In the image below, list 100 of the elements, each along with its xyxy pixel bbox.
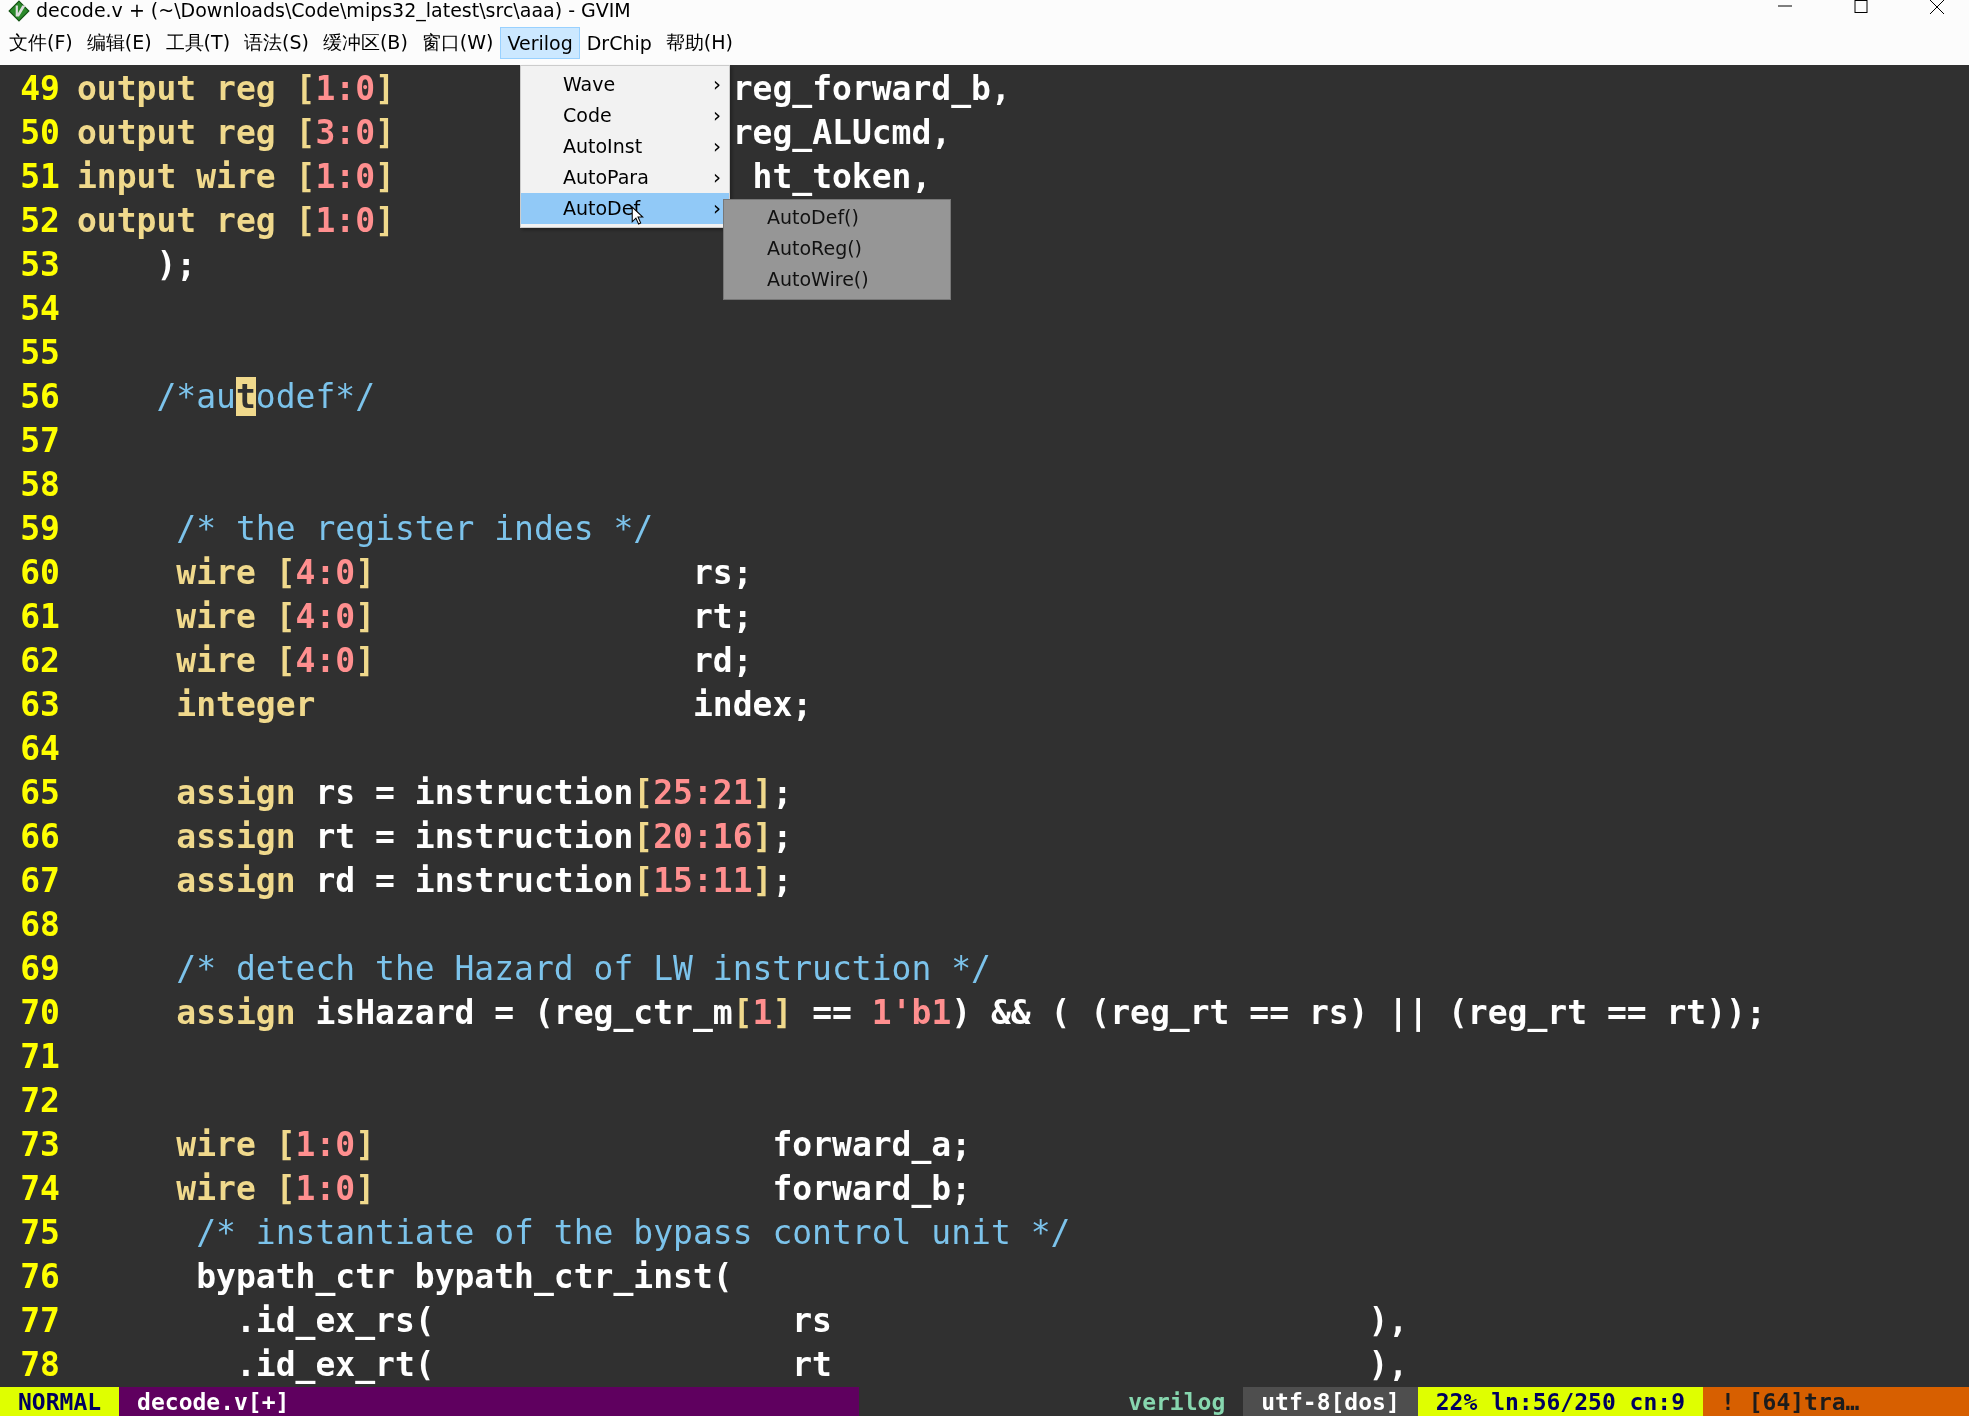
code-text: ]	[375, 156, 395, 196]
menu-item[interactable]: 语法(S)	[237, 25, 316, 62]
code-text: ]	[752, 772, 773, 812]
code-text: 1	[752, 992, 773, 1032]
menu-item[interactable]: 文件(F)	[2, 25, 80, 62]
code-text: rt = instruction	[315, 816, 634, 856]
status-segment: decode.v[+]	[119, 1386, 860, 1416]
code-text: forward_b;	[772, 1168, 972, 1208]
line-number: 54	[19, 287, 60, 330]
menu-item[interactable]: Verilog	[500, 27, 580, 60]
code-text: wire [	[176, 1168, 296, 1208]
code-text: ]	[355, 640, 376, 680]
line-number: 59	[19, 507, 60, 550]
code-text: 4:0	[295, 596, 356, 636]
code-text: ) && ( (reg_rt == rs) || (reg_rt == rt));	[951, 992, 1766, 1032]
code-text: ]	[355, 1168, 376, 1208]
line-number: 53	[19, 243, 60, 286]
code-text: ;	[772, 816, 793, 856]
code-text: ]	[375, 200, 395, 240]
close-icon[interactable]	[1929, 0, 1945, 16]
menu-item[interactable]: 工具(T)	[158, 25, 238, 62]
menu-option[interactable]: Wave ›	[521, 68, 729, 100]
code-text: 1:0	[315, 156, 376, 196]
submenu-option[interactable]: AutoReg()	[724, 232, 950, 264]
code-text: [	[732, 992, 753, 1032]
code-text: forward_a;	[772, 1124, 972, 1164]
line-number: 75	[19, 1211, 60, 1254]
vim-logo-icon	[8, 0, 30, 22]
status-segment: utf-8[dos]	[1243, 1386, 1418, 1416]
line-number: 66	[19, 815, 60, 858]
line-number: 72	[19, 1079, 60, 1122]
code-text: 1:0	[295, 1168, 356, 1208]
code-text: ==	[812, 992, 853, 1032]
code-text: assign	[176, 860, 296, 900]
menu-item[interactable]: 缓冲区(B)	[315, 25, 415, 62]
code-text: 3:0	[315, 112, 376, 152]
code-text: ]	[355, 596, 376, 636]
line-number: 58	[19, 463, 60, 506]
code-text: 1:0	[315, 200, 376, 240]
code-text: [	[633, 816, 654, 856]
line-number: 69	[19, 947, 60, 990]
code-text: output reg [	[77, 68, 316, 108]
code-text: ]	[355, 552, 376, 592]
line-number: 62	[19, 639, 60, 682]
line-number: 63	[19, 683, 60, 726]
line-number: 49	[19, 67, 60, 110]
menu-item[interactable]: 帮助(H)	[658, 25, 740, 62]
code-text: [	[633, 860, 654, 900]
code-text: ]	[375, 68, 395, 108]
menu-item[interactable]: 编辑(E)	[79, 25, 159, 62]
code-text: ]	[752, 816, 773, 856]
line-number: 67	[19, 859, 60, 902]
menu-option[interactable]: AutoPara ›	[521, 161, 729, 193]
line-number: 76	[19, 1255, 60, 1298]
code-text: ;	[772, 772, 793, 812]
code-text: 4:0	[295, 552, 356, 592]
line-number: 68	[19, 903, 60, 946]
code-text: 1:0	[295, 1124, 356, 1164]
code-text: bypath_ctr bypath_ctr_inst(	[196, 1256, 733, 1296]
line-number: 50	[19, 111, 60, 154]
code-text: .id_ex_rt( rt ),	[235, 1344, 1409, 1384]
code-text: wire [	[176, 596, 296, 636]
line-number: 52	[19, 199, 60, 242]
code-text: /*au	[156, 376, 236, 416]
code-text: /* the register indes */	[176, 508, 654, 548]
submenu-option[interactable]: AutoWire()	[724, 263, 950, 295]
line-number: 64	[19, 727, 60, 770]
code-text: index;	[692, 684, 813, 724]
text-cursor: t	[235, 376, 256, 416]
code-text: ]	[375, 112, 395, 152]
code-text: [	[633, 772, 654, 812]
line-number: 57	[19, 419, 60, 462]
code-text: rs = instruction	[315, 772, 634, 812]
code-text: 4:0	[295, 640, 356, 680]
code-text: rd = instruction	[315, 860, 634, 900]
code-text: odef*/	[255, 376, 376, 416]
code-text: wire [	[176, 552, 296, 592]
code-text: /* instantiate of the bypass control unit */	[196, 1212, 1071, 1252]
status-segment: ! [64]tra…	[1703, 1386, 1969, 1416]
line-number: 55	[19, 331, 60, 374]
code-text: rd;	[692, 640, 753, 680]
menu-option[interactable]: Code ›	[521, 99, 729, 131]
code-text: reg_ALUcmd,	[732, 112, 952, 152]
code-text: assign	[176, 992, 296, 1032]
menu-option[interactable]: AutoDef ›	[521, 192, 729, 224]
line-number: 65	[19, 771, 60, 814]
maximize-icon[interactable]	[1853, 0, 1869, 16]
menu-item[interactable]: 窗口(W)	[414, 25, 501, 62]
line-number: 74	[19, 1167, 60, 1210]
code-text: 1:0	[315, 68, 376, 108]
status-segment: 22% ln:56/250 cn:9	[1417, 1386, 1703, 1416]
code-text: /* detech the Hazard of LW instruction */	[176, 948, 991, 988]
code-text: 1'b1	[871, 992, 952, 1032]
line-number: 60	[19, 551, 60, 594]
menu-item[interactable]: DrChip	[579, 27, 659, 60]
menu-option[interactable]: AutoInst ›	[521, 130, 729, 162]
code-text: integer	[176, 684, 316, 724]
code-text: ht_token,	[752, 156, 932, 196]
line-number: 71	[19, 1035, 60, 1078]
code-text: );	[156, 244, 197, 284]
